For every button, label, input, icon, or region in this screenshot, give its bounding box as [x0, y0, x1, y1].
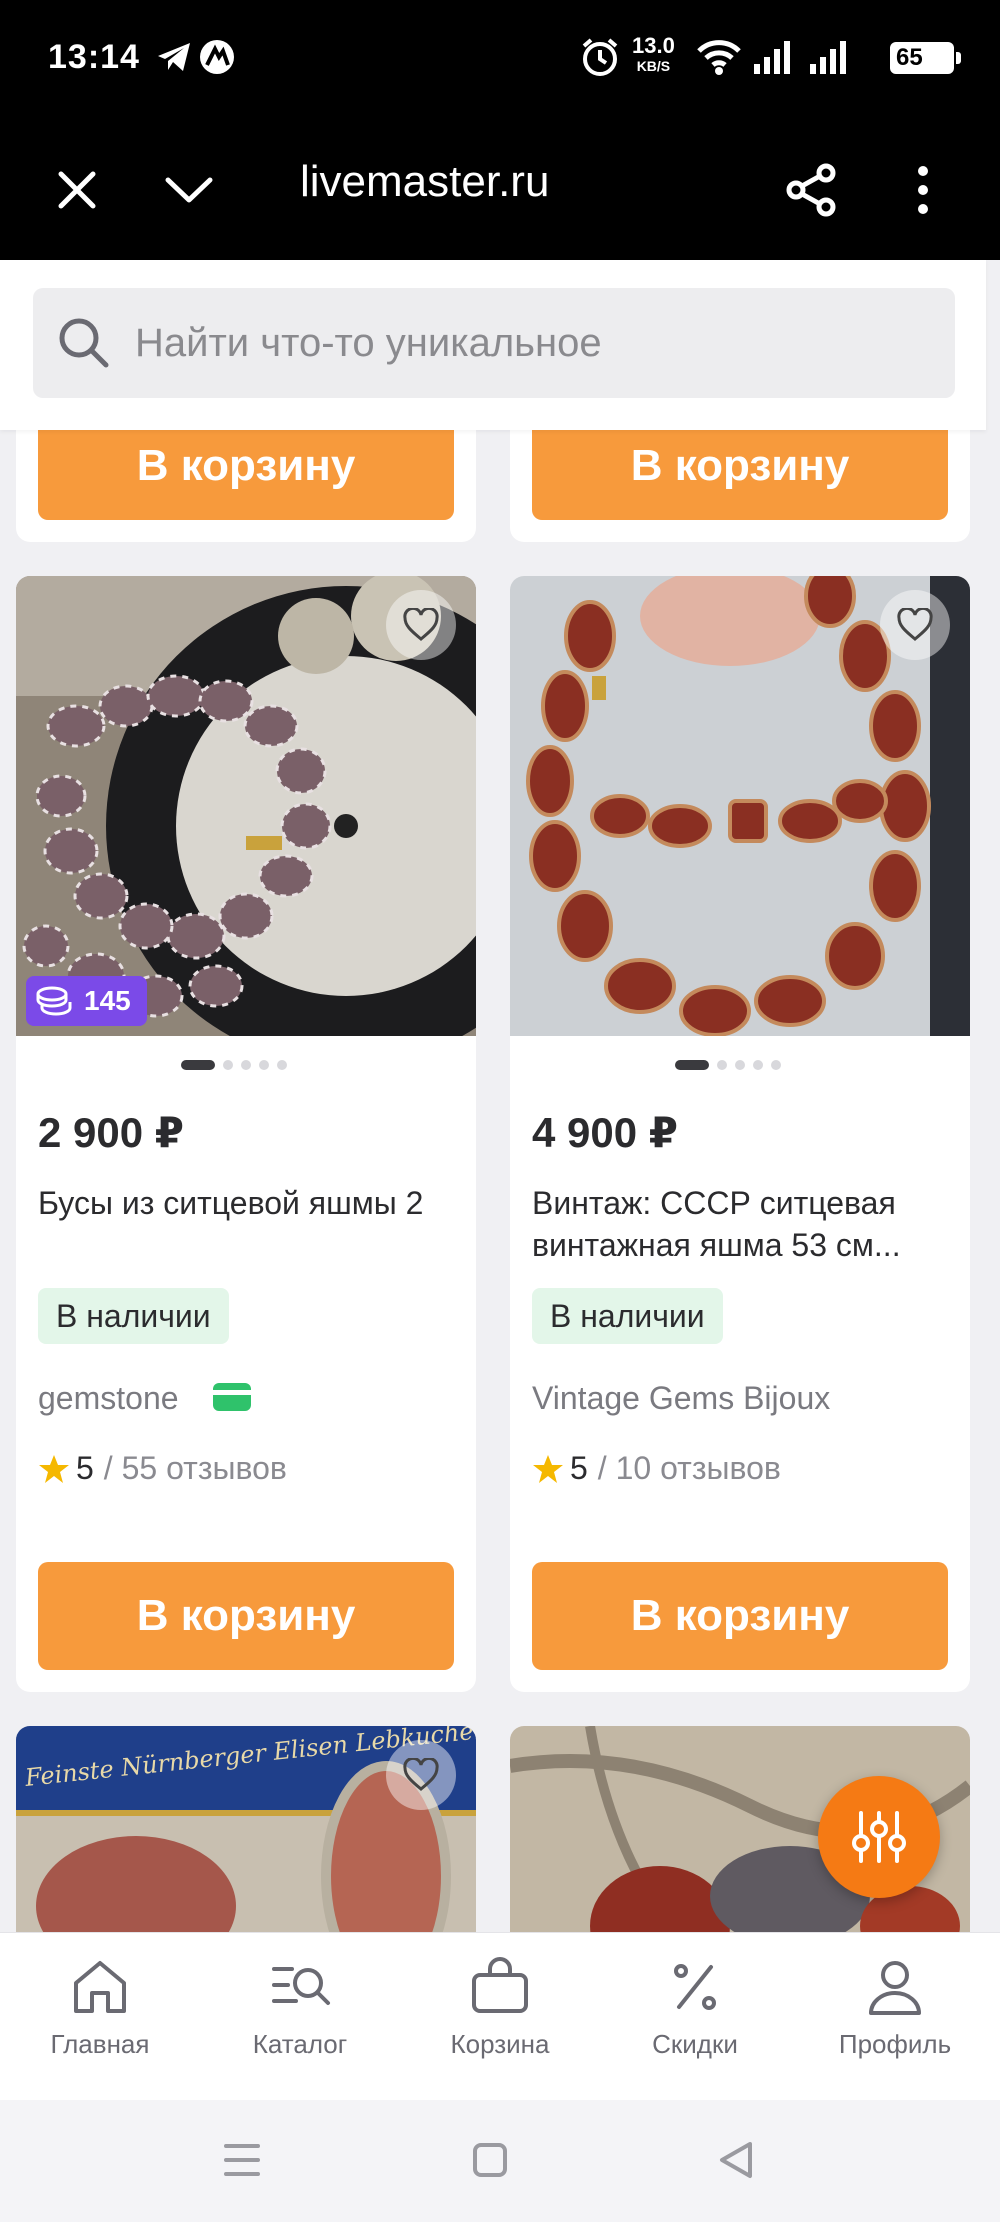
- product-price: 4 900 ₽: [532, 1109, 678, 1156]
- battery-indicator: 65: [890, 42, 961, 74]
- chevron-down-icon: [165, 177, 213, 203]
- product-photo[interactable]: [510, 576, 970, 1036]
- heart-icon: [897, 608, 933, 641]
- bag-icon: [472, 1957, 528, 2013]
- status-bar: 13:14 13.0 KB/S 65: [0, 0, 1000, 115]
- search-header: [0, 260, 986, 430]
- favorite-button[interactable]: [386, 590, 456, 660]
- close-icon: [58, 171, 96, 209]
- filter-button[interactable]: [818, 1776, 940, 1898]
- percent-icon: [674, 1964, 716, 2010]
- search-input[interactable]: [135, 320, 935, 366]
- close-tab-button[interactable]: [42, 155, 112, 225]
- share-icon: [786, 163, 836, 217]
- star-icon: [533, 1454, 563, 1483]
- signal-icon-2: [810, 41, 846, 74]
- url-text[interactable]: livemaster.ru: [300, 157, 549, 207]
- signal-icon-1: [754, 41, 790, 74]
- nav-cart[interactable]: Корзина: [420, 1955, 580, 2060]
- heart-icon: [403, 608, 439, 641]
- product-price: 2 900 ₽: [38, 1109, 184, 1156]
- browser-toolbar: livemaster.ru: [0, 115, 1000, 260]
- nav-catalog[interactable]: Каталог: [220, 1955, 380, 2060]
- net-speed: 13.0 KB/S: [632, 33, 675, 75]
- stock-status-badge: В наличии: [532, 1288, 723, 1344]
- minimize-tab-button[interactable]: [154, 155, 224, 225]
- status-time: 13:14: [48, 38, 140, 76]
- product-card[interactable]: 4 900 ₽ Винтаж: СССР ситцевая винтажная …: [510, 576, 970, 1692]
- search-icon: [59, 318, 109, 368]
- coins-icon: [36, 986, 72, 1016]
- nav-profile[interactable]: Профиль: [815, 1955, 975, 2060]
- search-box[interactable]: [33, 288, 955, 398]
- product-photo[interactable]: 145: [16, 576, 476, 1036]
- photo-carousel-dots: [181, 1060, 287, 1070]
- recent-apps-icon[interactable]: [222, 2142, 262, 2178]
- product-title[interactable]: Бусы из ситцевой яшмы 2: [38, 1182, 458, 1224]
- favorite-button[interactable]: [386, 1740, 456, 1810]
- product-card[interactable]: 145 2 900 ₽ Бусы из ситцевой яшмы 2 В на…: [16, 576, 476, 1692]
- nav-home[interactable]: Главная: [20, 1955, 180, 2060]
- share-button[interactable]: [776, 155, 846, 225]
- photo-carousel-dots: [675, 1060, 781, 1070]
- star-icon: [39, 1454, 69, 1483]
- more-vertical-icon: [918, 166, 928, 214]
- product-rating: 5 / 10 отзывов: [532, 1450, 781, 1487]
- review-count: / 10 отзывов: [597, 1450, 781, 1486]
- wallet-icon: [213, 1383, 251, 1411]
- add-to-cart-button[interactable]: В корзину: [38, 1562, 454, 1670]
- nav-discounts[interactable]: Скидки: [615, 1955, 775, 2060]
- product-rating: 5 / 55 отзывов: [38, 1450, 287, 1487]
- more-menu-button[interactable]: [888, 155, 958, 225]
- wifi-icon: [697, 40, 741, 75]
- catalog-search-icon: [272, 1967, 330, 2005]
- coins-badge: 145: [26, 976, 147, 1026]
- review-count: / 55 отзывов: [103, 1450, 287, 1486]
- heart-icon: [403, 1758, 439, 1791]
- alarm-icon: [582, 38, 618, 76]
- product-title[interactable]: Винтаж: СССР ситцевая винтажная яшма 53 …: [532, 1182, 952, 1266]
- stock-status-badge: В наличии: [38, 1288, 229, 1344]
- favorite-button[interactable]: [880, 590, 950, 660]
- home-icon: [74, 1961, 126, 2013]
- product-card-next-left[interactable]: Feinste Nürnberger Elisen Lebkuchen: [16, 1726, 476, 1966]
- system-navigation-bar: [0, 2100, 1000, 2222]
- telegram-icon: [158, 43, 190, 71]
- back-icon[interactable]: [718, 2140, 754, 2180]
- home-square-icon[interactable]: [472, 2142, 508, 2178]
- seller-name[interactable]: gemstone: [38, 1380, 251, 1417]
- bottom-navigation: Главная Каталог Корзина Скидки Профиль: [0, 1932, 1000, 2100]
- add-to-cart-button[interactable]: В корзину: [532, 1562, 948, 1670]
- profile-icon: [869, 1961, 921, 2015]
- seller-name[interactable]: Vintage Gems Bijoux: [532, 1380, 830, 1417]
- app-notification-icon: [200, 40, 234, 74]
- filter-sliders-icon: [852, 1811, 906, 1863]
